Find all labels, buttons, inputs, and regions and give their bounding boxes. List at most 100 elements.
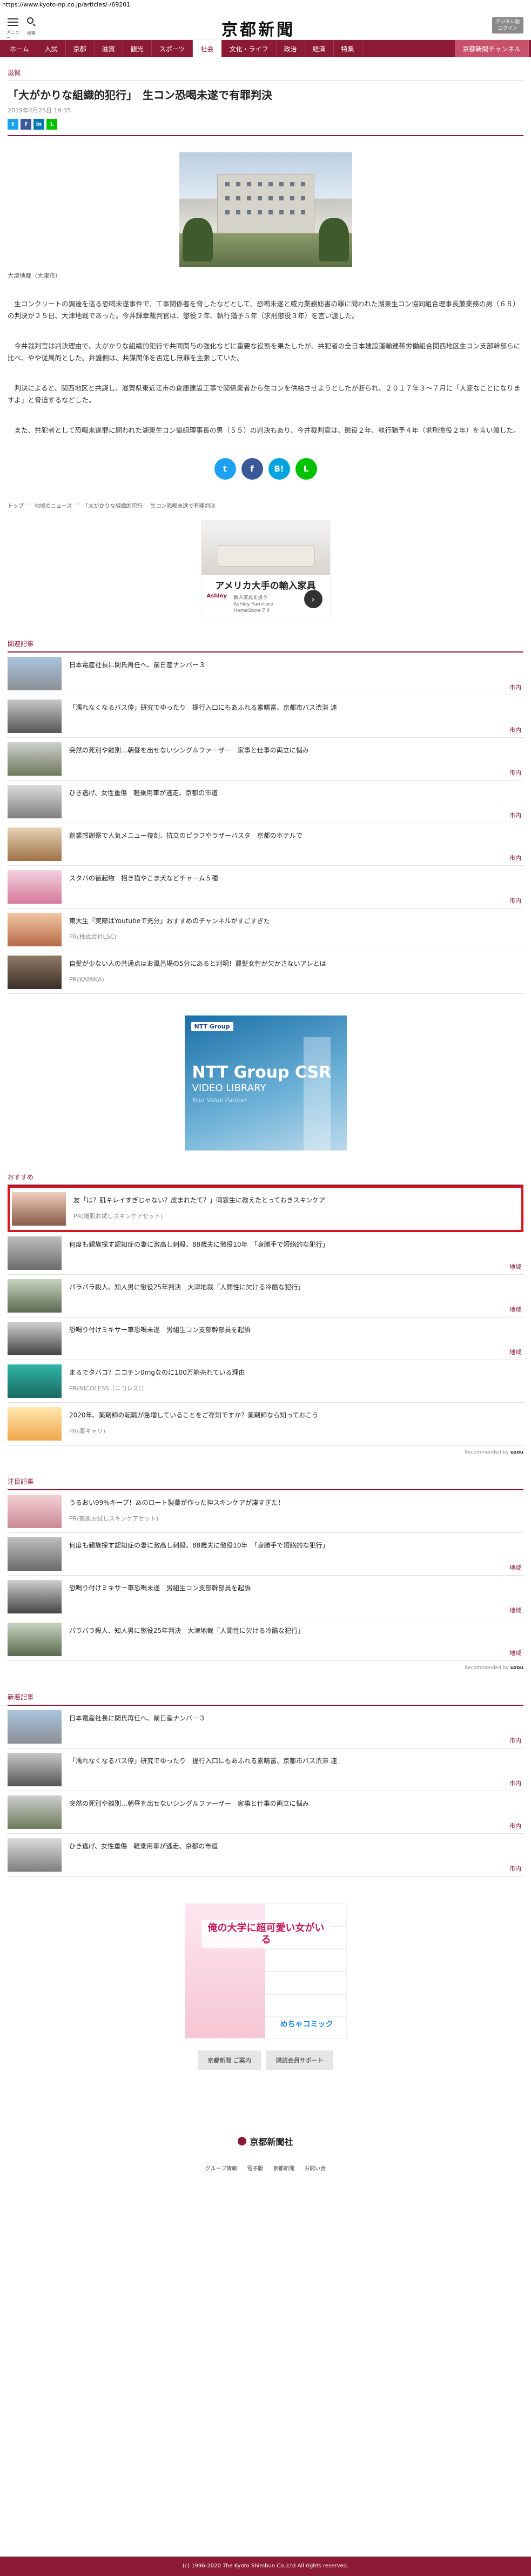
nav-item-channel[interactable]: 京都新聞チャンネル <box>455 40 529 57</box>
thumbnail <box>8 742 62 776</box>
list-item-tag[interactable]: 市内 <box>509 1736 521 1745</box>
nav-item-kyoto[interactable]: 京都 <box>66 40 95 57</box>
nav-item-home[interactable]: ホーム <box>2 40 37 57</box>
list-item-title: パラパラ殺人、知人男に懲役25年判決 大津地裁「人間性に欠ける冷酷な犯行」 <box>69 1283 305 1291</box>
photo-window <box>257 182 262 186</box>
list-item[interactable]: 恐喝り付けミキサー車恐喝未遂 労組生コン支部幹部員を起訴 地域 <box>8 1576 523 1618</box>
nav-item-feature[interactable]: 特集 <box>334 40 362 57</box>
member-support-button[interactable]: 購読会員サポート <box>266 2050 333 2070</box>
nav-item-society[interactable]: 社会 <box>193 40 222 57</box>
manga-ad[interactable]: 俺の大学に超可愛い女がいる めちゃコミック <box>184 1904 347 2039</box>
footer-link[interactable]: 京都新聞 <box>273 2164 294 2172</box>
line-share-button[interactable]: L <box>295 458 317 480</box>
list-item[interactable]: 「濡れなくなるバス停」研究でゆったり 提行入口にもあふれる素晴富、京都市バス渋滞… <box>8 695 523 738</box>
site-logo[interactable]: 京都新聞 <box>221 16 295 40</box>
list-item[interactable]: 東大生「実際はYoutubeで充分」おすすめのチャンネルがすごすぎた PR(株式会… <box>8 909 523 951</box>
ntt-ad[interactable]: NTT Group NTT Group CSR VIDEO LIBRARY Yo… <box>184 1015 347 1151</box>
search-button[interactable]: 検索 <box>27 17 37 36</box>
list-item[interactable]: 何度も親族探す認知症の妻に激高し刺殺、88歳夫に懲役10年 「身勝手で短絡的な犯… <box>8 1533 523 1576</box>
browser-url[interactable]: https://www.kyoto-np.co.jp/articles/-/69… <box>0 0 531 10</box>
nav-item-shiga[interactable]: 滋賀 <box>95 40 123 57</box>
footer-link[interactable]: お問い合 <box>304 2164 326 2172</box>
list-item[interactable]: 恐喝り付けミキサー車恐喝未遂 労組生コン支部幹部員を起訴 地域 <box>8 1317 523 1360</box>
article-body: 生コンクリートの調達を巡る恐喝未遂事件で、工事関係者を脅したなどとして、恐喝未遂… <box>8 298 523 436</box>
list-item[interactable]: 日本電産社長に関氏再任へ、前日産ナンバー３ 市内 <box>8 653 523 695</box>
list-item-tag[interactable]: 地域 <box>509 1348 521 1356</box>
ad-title: アメリカ大手の輸入家具 <box>215 581 316 591</box>
list-item-tag[interactable]: 市内 <box>509 1821 521 1830</box>
furniture-ad[interactable]: アメリカ大手の輸入家具 Ashley 輸入家具を扱う Ashley Furnit… <box>200 520 331 617</box>
photo-building <box>217 174 314 233</box>
list-item[interactable]: 「濡れなくなるバス停」研究でゆったり 提行入口にもあふれる素晴富、京都市バス渋滞… <box>8 1748 523 1791</box>
twitter-share-icon[interactable]: t <box>8 119 18 130</box>
linkedin-share-icon[interactable]: in <box>33 119 44 130</box>
list-item[interactable]: 突然の死別や離別…朝昼を出せないシングルファーザー 家事と仕事の両立に悩み 市内 <box>8 738 523 781</box>
facebook-share-icon[interactable]: f <box>21 119 31 130</box>
list-item[interactable]: スタバの徳起物 招き猫やこま犬などチャーム５種 市内 <box>8 866 523 909</box>
list-item[interactable]: 自髪が少ない人の共通点はお風呂場の5分にあると判明！農髪女性が欠かさないアレとは… <box>8 951 523 994</box>
list-item[interactable]: 2020年、薬剤師の転職が急増していることをご存知ですか？薬剤師なら知っておこう… <box>8 1403 523 1445</box>
list-item-tag[interactable]: 市内 <box>509 853 521 862</box>
nav-item-economy[interactable]: 経済 <box>305 40 334 57</box>
list-item[interactable]: 日本電産社長に関氏再任へ、前日産ナンバー３ 市内 <box>8 1706 523 1748</box>
list-item-tag[interactable]: 地域 <box>509 1649 521 1657</box>
list-item[interactable]: うるおい99％キープ！あのロート製薬が作った神スキンケアが凄すぎた！ PR(雑肌お… <box>8 1490 523 1533</box>
list-item-tag[interactable]: 地域 <box>509 1563 521 1572</box>
list-item[interactable]: パラパラ殺人、知人男に懲役25年判決 大津地裁「人間性に欠ける冷酷な犯行」地域 <box>8 1275 523 1317</box>
mecha-comic-logo: めちゃコミック <box>277 2017 337 2030</box>
footer-logo[interactable]: 京都新聞社 <box>8 2135 523 2148</box>
list-item[interactable]: 創業感謝祭で人気メニュー復刻、抗立のピラフやラザーバスタ 京都のホテルで 市内 <box>8 823 523 866</box>
nav-item-politics[interactable]: 政治 <box>277 40 305 57</box>
list-item[interactable]: ひき逃げ、女性重傷 軽乗用車が逃走、京都の市道 市内 <box>8 781 523 823</box>
ad-headline: 俺の大学に超可愛い女がいる <box>201 1920 331 1948</box>
breadcrumb-top[interactable]: トップ <box>8 501 24 509</box>
thumbnail <box>8 1537 62 1571</box>
list-item[interactable]: まるでタバコ？ニコチン0mgなのに100万箱売れている理由 PR(NICOLESS… <box>8 1360 523 1403</box>
nav-item-exam[interactable]: 入試 <box>37 40 66 57</box>
list-item-tag[interactable]: 市内 <box>509 896 521 905</box>
list-item[interactable]: 何度も親族探す認知症の妻に激高し刺殺、88歳夫に懲役10年 「身勝手で短絡的な犯… <box>8 1232 523 1275</box>
list-item-tag[interactable]: 市内 <box>509 725 521 734</box>
list-item-tag[interactable]: 地域 <box>509 1305 521 1314</box>
photo-tree <box>318 218 349 261</box>
list-item-title: まるでタバコ？ニコチン0mgなのに100万箱売れている理由 <box>69 1369 245 1376</box>
latest-title: 新着記事 <box>8 1692 523 1706</box>
list-item[interactable]: パラパラ殺人、知人男に懲役25年判決 大津地裁「人間性に欠ける冷酷な犯行」 地域 <box>8 1618 523 1661</box>
chevron-right-icon[interactable]: › <box>304 590 322 608</box>
list-item[interactable]: ひき逃げ、女性重傷 軽乗用車が逃走、京都の市道 市内 <box>8 1834 523 1876</box>
nav-item-tourism[interactable]: 観光 <box>123 40 152 57</box>
digital-login-button[interactable]: デジタル版 ログイン <box>492 17 523 33</box>
menu-icon-bar <box>8 22 18 23</box>
thumbnail <box>8 1495 62 1528</box>
line-share-icon[interactable]: L <box>46 119 57 130</box>
photo-window <box>236 196 240 200</box>
twitter-share-button[interactable]: t <box>214 458 236 480</box>
footer-link[interactable]: グループ情報 <box>205 2164 237 2172</box>
list-item-tag[interactable]: 市内 <box>509 1864 521 1873</box>
list-item-tag[interactable]: 地域 <box>509 1606 521 1615</box>
list-item-tag[interactable]: 市内 <box>509 1779 521 1787</box>
breadcrumb-regional[interactable]: 地域のニュース <box>35 501 72 509</box>
article-section[interactable]: 滋賀 <box>8 68 523 81</box>
list-item-tag[interactable]: 地域 <box>509 1262 521 1271</box>
uzou-logo[interactable]: uzou <box>510 1450 523 1455</box>
photo-window <box>268 182 273 186</box>
list-item-title: 「濡れなくなるバス停」研究でゆったり 提行入口にもあふれる素晴富、京都市バス渋滞… <box>69 1757 337 1765</box>
list-item-tag[interactable]: 市内 <box>509 768 521 777</box>
list-item-tag[interactable]: 市内 <box>509 683 521 691</box>
list-item-tag[interactable]: 市内 <box>509 811 521 819</box>
list-item[interactable]: 突然の死別や離別…朝昼を出せないシングルファーザー 家事と仕事の両立に悩み 市内 <box>8 1791 523 1834</box>
article-photo-block <box>179 152 352 267</box>
facebook-share-button[interactable]: f <box>241 458 263 480</box>
ntt-logo: NTT Group <box>191 1022 233 1031</box>
attention-title: 注目記事 <box>8 1477 523 1490</box>
list-item[interactable]: 友「は？肌キレイすぎじゃない？皮まれたて？」同窓生に教えたとっておきスキンケア P… <box>8 1186 523 1232</box>
hatena-share-button[interactable]: B! <box>268 458 290 480</box>
menu-button[interactable]: メニュー <box>6 18 19 41</box>
nav-item-culture[interactable]: 文化・ライフ <box>221 40 277 57</box>
uzou-logo[interactable]: uzou <box>510 1665 523 1671</box>
nav-item-sports[interactable]: スポーツ <box>152 40 193 57</box>
recommended-by-label: Recommended by <box>465 1665 509 1671</box>
footer-link[interactable]: 電子版 <box>247 2164 263 2172</box>
digital-guide-button[interactable]: 京都新聞 ご案内 <box>198 2050 261 2070</box>
